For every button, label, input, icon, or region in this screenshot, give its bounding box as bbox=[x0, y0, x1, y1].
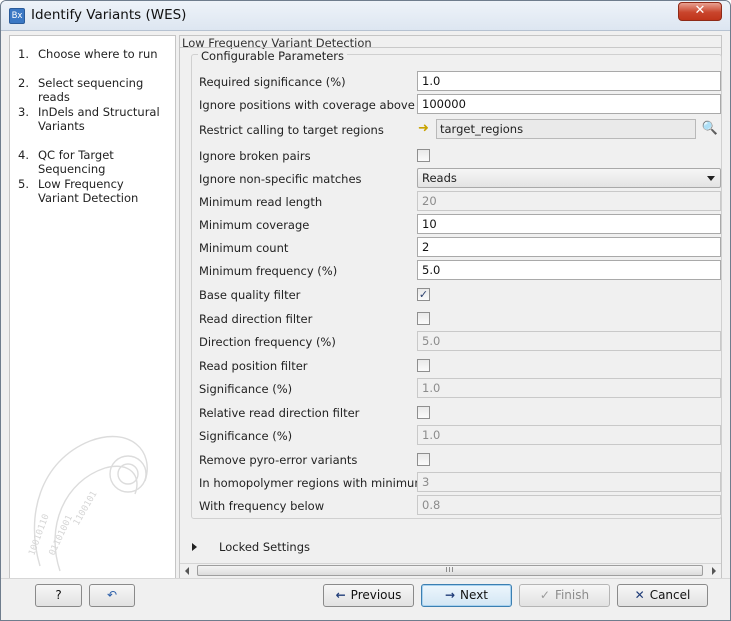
target-regions-field[interactable]: target_regions bbox=[436, 119, 696, 139]
step-label: Low Frequency Variant Detection bbox=[38, 177, 139, 205]
reset-button[interactable]: ↶ bbox=[89, 584, 135, 607]
significance-label: Significance (%) bbox=[199, 429, 293, 443]
close-icon: ✕ bbox=[634, 588, 645, 602]
ignore-nonspecific-label: Ignore non-specific matches bbox=[199, 172, 362, 186]
previous-button[interactable]: ← Previous bbox=[323, 584, 414, 607]
step-choose-where-to-run[interactable]: 1. Choose where to run bbox=[10, 47, 175, 61]
remove-pyro-error-label: Remove pyro-error variants bbox=[199, 453, 358, 467]
significance-label: Significance (%) bbox=[199, 382, 293, 396]
step-low-frequency-variant-detection[interactable]: 5. Low Frequency Variant Detection bbox=[10, 177, 175, 205]
dna-watermark-icon: 10010110 01101001 1100101 bbox=[27, 435, 148, 572]
ignore-broken-pairs-label: Ignore broken pairs bbox=[199, 149, 311, 163]
min-coverage-input[interactable]: 10 bbox=[417, 214, 721, 234]
step-label: Select sequencing reads bbox=[38, 76, 144, 104]
step-number: 4. bbox=[18, 148, 29, 162]
next-label: Next bbox=[460, 588, 489, 602]
step-label: InDels and Structural Variants bbox=[38, 105, 160, 133]
window-title: Identify Variants (WES) bbox=[31, 7, 187, 23]
app-icon: Bx bbox=[9, 8, 25, 24]
parameters-panel: Low Frequency Variant Detection Configur… bbox=[179, 35, 722, 579]
min-frequency-label: Minimum frequency (%) bbox=[199, 264, 338, 278]
read-position-filter-label: Read position filter bbox=[199, 359, 308, 373]
previous-label: Previous bbox=[350, 588, 402, 602]
panel-divider bbox=[180, 47, 721, 48]
finish-button[interactable]: ✓ Finish bbox=[519, 584, 610, 607]
step-indels-structural-variants[interactable]: 3. InDels and Structural Variants bbox=[10, 105, 175, 133]
dialog-body: 1. Choose where to run 2. Select sequenc… bbox=[1, 31, 730, 620]
significance-input[interactable]: 1.0 bbox=[417, 425, 721, 445]
step-number: 5. bbox=[18, 177, 29, 191]
restrict-target-label: Restrict calling to target regions bbox=[199, 123, 384, 137]
min-count-input[interactable]: 2 bbox=[417, 237, 721, 257]
title-bar: Bx Identify Variants (WES) ✕ bbox=[1, 1, 730, 31]
arrow-track-icon: ➜ bbox=[418, 121, 429, 136]
cancel-button[interactable]: ✕ Cancel bbox=[617, 584, 708, 607]
step-label: QC for Target Sequencing bbox=[38, 148, 114, 176]
close-button[interactable]: ✕ bbox=[678, 2, 722, 21]
checkmark-icon: ✓ bbox=[539, 588, 550, 602]
significance-input[interactable]: 1.0 bbox=[417, 378, 721, 398]
min-coverage-label: Minimum coverage bbox=[199, 218, 310, 232]
ignore-nonspecific-dropdown[interactable]: Reads bbox=[417, 168, 721, 188]
relative-read-direction-filter-label: Relative read direction filter bbox=[199, 406, 360, 420]
dropdown-value: Reads bbox=[422, 171, 457, 185]
required-significance-input[interactable]: 1.0 bbox=[417, 71, 721, 91]
next-button[interactable]: → Next bbox=[421, 584, 512, 607]
cancel-label: Cancel bbox=[649, 588, 691, 602]
base-quality-filter-label: Base quality filter bbox=[199, 288, 301, 302]
relative-read-direction-filter-checkbox[interactable] bbox=[417, 406, 430, 419]
ignore-broken-pairs-checkbox[interactable] bbox=[417, 149, 430, 162]
arrow-left-icon: ← bbox=[335, 588, 346, 602]
step-select-sequencing-reads[interactable]: 2. Select sequencing reads bbox=[10, 76, 175, 104]
read-direction-filter-checkbox[interactable] bbox=[417, 312, 430, 325]
horizontal-scrollbar[interactable]: III bbox=[180, 563, 721, 578]
min-read-length-label: Minimum read length bbox=[199, 195, 323, 209]
scroll-thumb[interactable]: III bbox=[197, 565, 703, 576]
min-count-label: Minimum count bbox=[199, 241, 289, 255]
footer-divider bbox=[1, 578, 730, 579]
dialog-window: Bx Identify Variants (WES) ✕ 1. Choose w… bbox=[0, 0, 731, 621]
svg-text:01101001: 01101001 bbox=[48, 514, 75, 558]
step-number: 1. bbox=[18, 47, 29, 61]
step-number: 2. bbox=[18, 76, 29, 90]
locked-settings-label: Locked Settings bbox=[219, 540, 311, 554]
min-read-length-input[interactable]: 20 bbox=[417, 191, 721, 211]
step-number: 3. bbox=[18, 105, 29, 119]
expand-triangle-icon bbox=[192, 543, 197, 551]
with-frequency-below-input[interactable]: 0.8 bbox=[417, 495, 721, 515]
with-frequency-below-label: With frequency below bbox=[199, 499, 325, 513]
finish-label: Finish bbox=[554, 588, 590, 602]
ignore-coverage-above-label: Ignore positions with coverage above bbox=[199, 98, 415, 112]
scroll-right-icon[interactable] bbox=[712, 567, 716, 575]
reset-icon: ↶ bbox=[106, 588, 118, 602]
step-qc-target-sequencing[interactable]: 4. QC for Target Sequencing bbox=[10, 148, 175, 176]
locked-settings-toggle[interactable]: Locked Settings bbox=[192, 540, 310, 554]
scroll-left-icon[interactable] bbox=[185, 567, 189, 575]
required-significance-label: Required significance (%) bbox=[199, 75, 346, 89]
direction-frequency-input[interactable]: 5.0 bbox=[417, 331, 721, 351]
direction-frequency-label: Direction frequency (%) bbox=[199, 335, 336, 349]
read-position-filter-checkbox[interactable] bbox=[417, 359, 430, 372]
read-direction-filter-label: Read direction filter bbox=[199, 312, 313, 326]
svg-text:1100101: 1100101 bbox=[72, 490, 100, 528]
min-frequency-input[interactable]: 5.0 bbox=[417, 260, 721, 280]
group-title: Configurable Parameters bbox=[198, 49, 348, 63]
homopolymer-min-length-input[interactable]: 3 bbox=[417, 472, 721, 492]
browse-folder-icon[interactable]: 🔍 bbox=[701, 120, 719, 138]
chevron-down-icon bbox=[707, 176, 715, 181]
help-button[interactable]: ? bbox=[35, 584, 82, 607]
arrow-right-icon: → bbox=[444, 588, 456, 602]
remove-pyro-error-checkbox[interactable] bbox=[417, 453, 430, 466]
step-label: Choose where to run bbox=[38, 47, 158, 61]
base-quality-filter-checkbox[interactable]: ✓ bbox=[417, 288, 430, 301]
steps-sidebar: 1. Choose where to run 2. Select sequenc… bbox=[9, 35, 176, 579]
ignore-coverage-above-input[interactable]: 100000 bbox=[417, 94, 721, 114]
